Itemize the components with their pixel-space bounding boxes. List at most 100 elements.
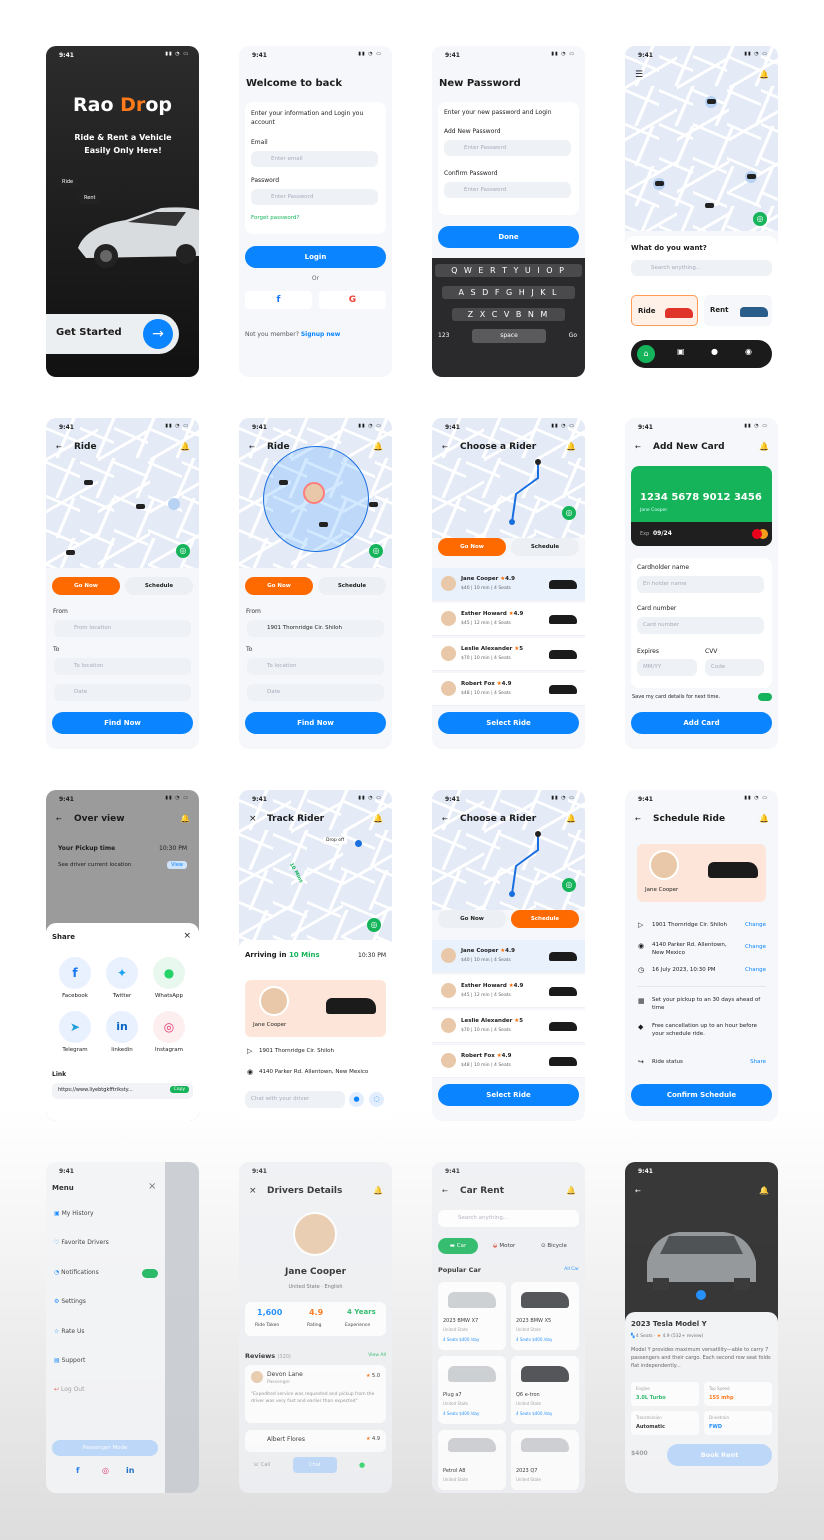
- from-input[interactable]: From location: [54, 620, 191, 637]
- bell-icon[interactable]: 🔔: [566, 814, 576, 823]
- from-input[interactable]: 1901 Thornridge Cir. Shiloh: [247, 620, 384, 637]
- bell-icon[interactable]: 🔔: [759, 1186, 769, 1195]
- bell-icon[interactable]: 🔔: [373, 442, 383, 451]
- locate-icon[interactable]: ◎: [369, 544, 383, 558]
- car-marker[interactable]: [707, 99, 716, 104]
- whatsapp-icon[interactable]: ●: [359, 1461, 365, 1469]
- car-marker[interactable]: [369, 502, 378, 507]
- change-to-link[interactable]: Change: [745, 944, 766, 950]
- rider-row[interactable]: Leslie Alexander ★5 $70 | 10 min | 4 Seat…: [432, 638, 585, 671]
- rider-row[interactable]: Robert Fox ★4.9 $48 | 10 min | 4 Seats: [432, 1045, 585, 1078]
- login-button[interactable]: Login: [245, 246, 386, 268]
- key-go[interactable]: Go: [569, 332, 577, 339]
- linkedin-icon[interactable]: in: [126, 1466, 134, 1475]
- rider-row[interactable]: Esther Howard ★4.9 $45 | 12 min | 4 Seats: [432, 975, 585, 1008]
- whatsapp-icon[interactable]: ●: [153, 957, 185, 989]
- mic-icon[interactable]: ●: [349, 1092, 364, 1107]
- go-now-tab[interactable]: Go Now: [52, 577, 120, 595]
- car-marker[interactable]: [66, 550, 75, 555]
- menu-item-support[interactable]: ▤ Support: [54, 1357, 85, 1364]
- expires-input[interactable]: MM/YY: [637, 659, 697, 676]
- profile-icon[interactable]: ◉: [745, 347, 752, 356]
- save-card-toggle[interactable]: [758, 693, 772, 701]
- schedule-tab[interactable]: Schedule: [511, 538, 579, 556]
- change-date-link[interactable]: Change: [745, 967, 766, 973]
- locate-icon[interactable]: ◎: [562, 878, 576, 892]
- rider-row[interactable]: Jane Cooper ★4.9 $40 | 10 min | 4 Seats: [432, 568, 585, 601]
- go-now-tab[interactable]: Go Now: [438, 538, 506, 556]
- car-card[interactable]: 2023 BMW X7 United State 4 Seats $400 /day: [438, 1282, 506, 1350]
- facebook-login-button[interactable]: f: [245, 291, 312, 309]
- keyboard[interactable]: Q W E R T Y U I O P A S D F G H J K L Z …: [432, 258, 585, 377]
- menu-item-rate-us[interactable]: ☆ Rate Us: [54, 1328, 85, 1335]
- car-marker[interactable]: [319, 522, 328, 527]
- signup-link[interactable]: Signup new: [301, 331, 340, 338]
- home-icon[interactable]: ⌂: [637, 345, 655, 363]
- car-marker[interactable]: [747, 174, 756, 179]
- instagram-icon[interactable]: ◎: [102, 1466, 109, 1475]
- add-card-button[interactable]: Add Card: [631, 712, 772, 734]
- copy-button[interactable]: Copy: [169, 1086, 189, 1093]
- rider-row[interactable]: Jane Cooper ★4.9 $40 | 10 min | 4 Seats: [432, 940, 585, 973]
- back-arrow-icon[interactable]: ←: [442, 1187, 448, 1195]
- facebook-icon[interactable]: f: [59, 957, 91, 989]
- car-card[interactable]: 2023 BMW X5 United State 4 Seats $400 /day: [511, 1282, 579, 1350]
- all-car-link[interactable]: All Car: [564, 1267, 579, 1272]
- locate-icon[interactable]: ◎: [753, 212, 767, 226]
- back-arrow-icon[interactable]: ←: [56, 443, 62, 451]
- select-ride-button[interactable]: Select Ride: [438, 1084, 579, 1106]
- car-card[interactable]: Q6 e-tron United State 4 Seats $400 /day: [511, 1356, 579, 1424]
- search-input[interactable]: Search anything...: [631, 260, 772, 276]
- back-arrow-icon[interactable]: ←: [442, 443, 448, 451]
- map[interactable]: [46, 418, 199, 568]
- schedule-tab[interactable]: Schedule: [511, 910, 579, 928]
- email-field[interactable]: Enter email: [251, 151, 378, 167]
- back-arrow-icon[interactable]: ←: [56, 815, 62, 823]
- rider-row[interactable]: Robert Fox ★4.9 $48 | 10 min | 4 Seats: [432, 673, 585, 706]
- chat-input[interactable]: Chat with your driver: [245, 1091, 345, 1108]
- to-input[interactable]: To location: [54, 658, 191, 675]
- bell-icon[interactable]: 🔔: [759, 442, 769, 451]
- rider-row[interactable]: Esther Howard ★4.9 $45 | 12 min | 4 Seats: [432, 603, 585, 636]
- chat-button[interactable]: Chat: [293, 1457, 337, 1473]
- share-link[interactable]: Share: [750, 1059, 766, 1065]
- date-input[interactable]: Date: [247, 684, 384, 701]
- car-marker[interactable]: [136, 504, 145, 509]
- key-space[interactable]: space: [472, 329, 546, 343]
- close-icon[interactable]: ×: [183, 931, 191, 941]
- locate-icon[interactable]: ◎: [367, 918, 381, 932]
- go-now-tab[interactable]: Go Now: [245, 577, 313, 595]
- close-icon[interactable]: ×: [249, 814, 257, 824]
- keyboard-row-1[interactable]: Q W E R T Y U I O P: [435, 264, 582, 277]
- car-card[interactable]: 2023 Q7 United State: [511, 1430, 579, 1490]
- date-input[interactable]: Date: [54, 684, 191, 701]
- car-marker[interactable]: [279, 480, 288, 485]
- wallet-icon[interactable]: ▣: [677, 347, 685, 356]
- menu-icon[interactable]: ☰: [635, 70, 643, 80]
- confirm-schedule-button[interactable]: Confirm Schedule: [631, 1084, 772, 1106]
- rotate-indicator[interactable]: [696, 1290, 706, 1300]
- change-from-link[interactable]: Change: [745, 922, 766, 928]
- bell-icon[interactable]: 🔔: [566, 1186, 576, 1195]
- back-arrow-icon[interactable]: ←: [442, 815, 448, 823]
- password-field[interactable]: Enter Password: [251, 189, 378, 205]
- search-input[interactable]: Search anything...: [438, 1210, 579, 1227]
- get-started-bar[interactable]: Get Started →: [46, 314, 179, 354]
- telegram-icon[interactable]: ➤: [59, 1011, 91, 1043]
- call-button[interactable]: ☏ Call: [253, 1462, 270, 1468]
- holder-input[interactable]: En holder name: [637, 576, 764, 593]
- key-123[interactable]: 123: [438, 332, 449, 339]
- close-icon[interactable]: ×: [249, 1186, 257, 1196]
- google-login-button[interactable]: G: [319, 291, 386, 309]
- ride-option[interactable]: Ride: [631, 295, 698, 326]
- car-card[interactable]: Petrol A8 United State: [438, 1430, 506, 1490]
- tab-car[interactable]: ▬ Car: [438, 1238, 478, 1254]
- cvv-input[interactable]: Code: [705, 659, 764, 676]
- menu-item-log-out[interactable]: ↩ Log Out: [54, 1386, 84, 1393]
- chip-ride[interactable]: Ride: [56, 176, 80, 188]
- twitter-icon[interactable]: ✦: [106, 957, 138, 989]
- back-arrow-icon[interactable]: ←: [635, 1187, 641, 1195]
- find-now-button[interactable]: Find Now: [52, 712, 193, 734]
- bell-icon[interactable]: 🔔: [373, 1186, 383, 1195]
- locate-icon[interactable]: ◎: [176, 544, 190, 558]
